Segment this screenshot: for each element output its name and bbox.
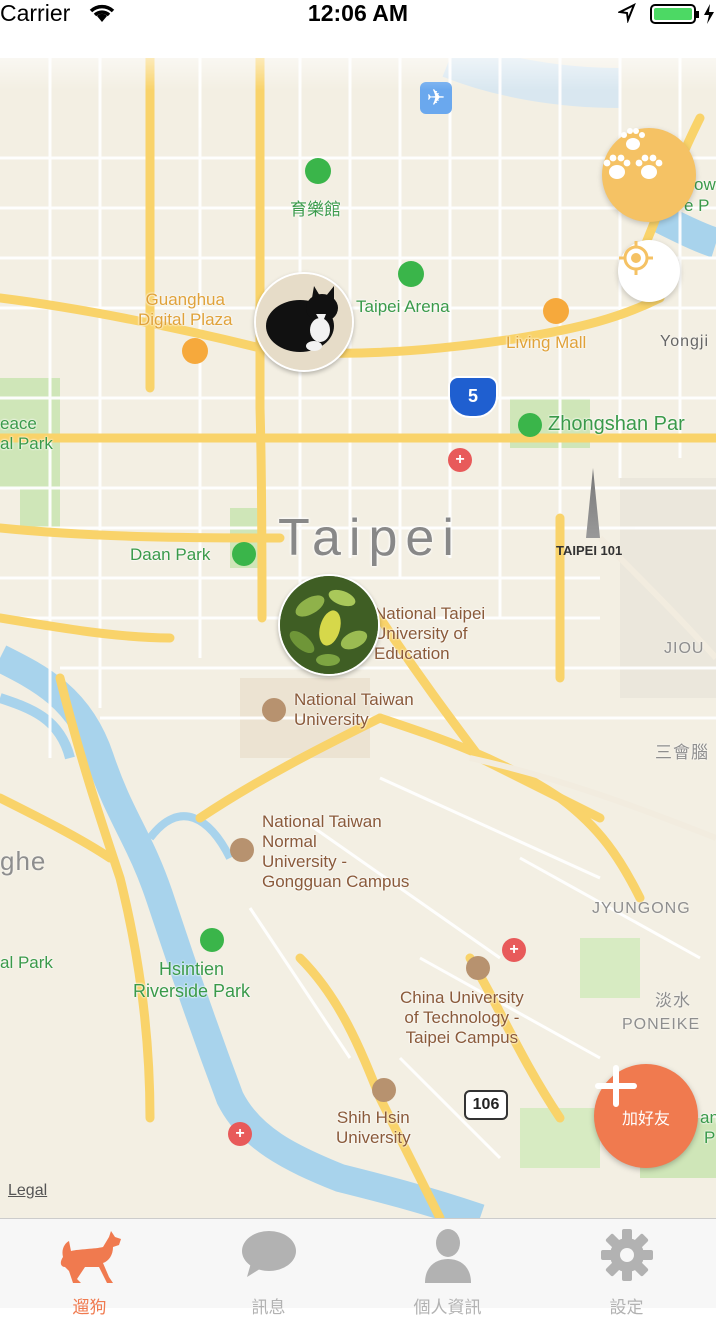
zhongshan-park-label: Zhongshan Par [548, 413, 685, 435]
dog-photo-marker-2[interactable] [278, 574, 380, 676]
battery-icon [650, 4, 714, 24]
route-5-number: 5 [467, 386, 478, 406]
p2-label: P [704, 1128, 716, 1147]
university-icon-4 [372, 1078, 396, 1102]
arena-icon-2 [398, 261, 424, 287]
tab-messages[interactable]: 訊息 [179, 1219, 358, 1317]
al-park-label: al Park [0, 953, 53, 972]
arena-icon [305, 158, 331, 184]
route-5-shield: 5 [448, 376, 498, 418]
location-arrow-icon [618, 3, 636, 23]
ntu-label: National Taiwan University [294, 690, 414, 729]
china-univ-label: China University of Technology - Taipei … [400, 988, 524, 1047]
paw-filter-button[interactable] [602, 128, 696, 222]
tab-bar: 遛狗 訊息 個人資訊 設定 [0, 1218, 716, 1317]
ow-label: ow [694, 175, 716, 194]
map-top-fade [0, 30, 716, 90]
shopping-icon-2 [543, 298, 569, 324]
gear-icon [600, 1229, 653, 1281]
guanghua-label: Guanghua Digital Plaza [138, 290, 233, 329]
university-icon-3 [466, 956, 490, 980]
route-106-shield: 106 [464, 1090, 508, 1120]
shih-hsin-label: Shih Hsin University [336, 1108, 411, 1147]
route-106-number: 106 [472, 1096, 500, 1113]
clock: 12:06 AM [307, 0, 409, 26]
black-cat-photo [256, 274, 352, 370]
park-icon [518, 413, 542, 437]
leaves-photo [280, 576, 378, 674]
university-icon [262, 698, 286, 722]
park-icon-3 [200, 928, 224, 952]
shopping-icon [182, 338, 208, 364]
yuyueguan-label: 育樂館 [290, 200, 341, 219]
dog-icon [60, 1231, 121, 1283]
plus-icon [595, 1065, 637, 1107]
taipei-arena-label: Taipei Arena [356, 297, 450, 316]
poneike-label: PONEIKE [622, 1016, 701, 1033]
ntue-label: National Taipei University of Education [374, 604, 486, 663]
map-view[interactable]: ✈ 育樂館 Taipei Arena Guanghua Digital Plaz… [0, 58, 716, 1218]
crosshair-icon [619, 241, 653, 275]
taipei101-label: TAIPEI 101 [556, 543, 623, 558]
tab-messages-label: 訊息 [251, 1298, 286, 1317]
hospital-icon-2: + [502, 938, 526, 962]
tab-walk-dog-label: 遛狗 [72, 1298, 107, 1317]
status-bar: Carrier 12:06 AM [0, 0, 716, 30]
dog-photo-marker-1[interactable] [254, 272, 354, 372]
sanhui-label: 三會腦 [655, 743, 709, 762]
paw-icon [603, 128, 663, 179]
park-icon-2 [232, 542, 256, 566]
city-label: Taipei [278, 509, 462, 567]
add-friend-button[interactable]: 加好友 [594, 1064, 698, 1168]
chat-bubble-icon [241, 1231, 296, 1277]
tab-profile-label: 個人資訊 [413, 1298, 482, 1317]
yongji-label: Yongji [660, 333, 710, 350]
jyungong-label: JYUNGONG [592, 900, 691, 917]
peace-park-label: eace al Park [0, 414, 53, 453]
locate-me-button[interactable] [618, 240, 680, 302]
jiou-label: JIOU [664, 640, 705, 657]
an-label: an [700, 1108, 716, 1127]
ghe-label: ghe [0, 846, 47, 876]
add-friend-label: 加好友 [621, 1111, 670, 1128]
danshui-label: 淡水 [655, 991, 691, 1010]
living-mall-label: Living Mall [506, 333, 587, 352]
tab-profile[interactable]: 個人資訊 [358, 1219, 537, 1317]
tab-settings-label: 設定 [609, 1298, 644, 1317]
ntnu-label: National Taiwan Normal University - Gong… [262, 812, 410, 891]
hsintien-park-label: Hsintien Riverside Park [133, 959, 251, 1001]
person-icon [424, 1229, 471, 1283]
tab-settings[interactable]: 設定 [537, 1219, 716, 1317]
legal-link[interactable]: Legal [8, 1182, 47, 1200]
university-icon-2 [230, 838, 254, 862]
tab-walk-dog[interactable]: 遛狗 [0, 1219, 179, 1317]
daan-park-label: Daan Park [130, 545, 211, 564]
hospital-icon-3: + [228, 1122, 252, 1146]
hospital-icon: + [448, 448, 472, 472]
